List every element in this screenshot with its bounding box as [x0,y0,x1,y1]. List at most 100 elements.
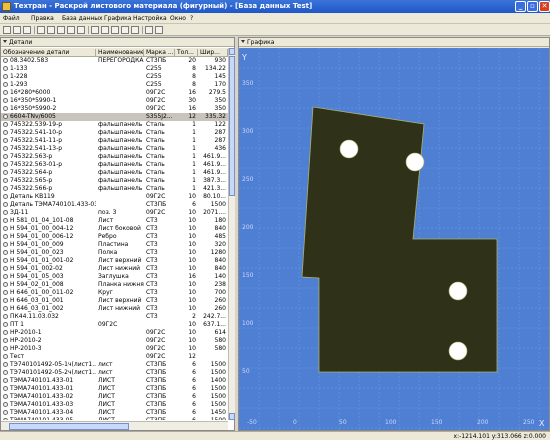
table-row[interactable]: 745322.566-р фальшпанель Сталь 1 421.3... [1,185,228,193]
table-row[interactable]: 745322.541-11-р фальшпанель Сталь 1 287 [1,137,228,145]
table-row[interactable]: Деталь КВ119 09Г2С 10 80.10... [1,193,228,201]
table-row[interactable]: 745322.563-р фальшпанель Сталь 1 461.9... [1,153,228,161]
table-row[interactable]: Н 594_01_00_023 Полка СТ3 10 1280 [1,249,228,257]
table-row[interactable]: 745322.564-р фальшпанель Сталь 1 461.9... [1,169,228,177]
table-row[interactable]: Деталь ТЭМА740101.433-03 СТ3ПБ 6 1500 [1,201,228,209]
table-cell: фальшпанель [98,161,143,168]
table-row[interactable]: 745322.565-р фальшпанель Сталь 1 387.3... [1,177,228,185]
table-row[interactable]: НР-2010-3 09Г2С 10 580 [1,345,228,353]
part-hole[interactable] [448,281,468,301]
table-row[interactable]: 1-293 С255 8 170 [1,81,228,89]
zoom-out-icon[interactable] [101,26,109,34]
graphics-panel-header[interactable]: Графика [239,38,549,47]
table-row[interactable]: Тест 09Г2С 12 [1,353,228,361]
part-hole[interactable] [448,341,468,361]
table-cell: Н 594_01_00_009 [10,241,64,248]
table-row[interactable]: Н 594_01_002-02 Лист нижний СТ3 10 840 [1,265,228,273]
graphics-canvas[interactable]: Y X 350 300 250 200 150 100 50 -50 0 50 100 150 200… [239,48,549,430]
table-row[interactable]: Н 646_01_00_011-02 Круг СТ3 10 700 [1,289,228,297]
menu-graphics[interactable]: Графика [104,15,131,22]
table-row[interactable]: ТЭМА740101.433-01 ЛИСТ СТ3ПБ 6 1400 [1,377,228,385]
import-icon[interactable] [67,26,75,34]
table-row[interactable]: 745322.541-10-р фальшпанель Сталь 1 287 [1,129,228,137]
table-row[interactable]: ТЭ740101492-05-1ч(лист1... лист СТ3ПБ 6 1500 [1,361,228,369]
table-row[interactable]: ТЭМА740101.433-01 ЛИСТ СТ3ПБ 6 1500 [1,385,228,393]
menu-file[interactable]: Файл [3,15,20,22]
paste-icon[interactable] [57,26,65,34]
parts-horizontal-scrollbar[interactable] [1,421,228,430]
table-row[interactable]: Н 594_01_01_001-02 Лист верхний СТ3 10 840 [1,257,228,265]
table-row[interactable]: 745322.539-19-р фальшпанель Сталь 1 122 [1,121,228,129]
zoom-all-icon[interactable] [121,26,129,34]
menu-window[interactable]: Окно [170,15,186,22]
restore-button[interactable]: ▫ [527,1,538,12]
table-row[interactable]: ЗД-11 поз. 3 09Г2С 10 2071.... [1,209,228,217]
x-tick-label: -50 [247,419,257,426]
table-row[interactable]: 745322.563-01-р фальшпанель Сталь 1 461.9... [1,161,228,169]
layout-icon[interactable] [155,26,163,34]
table-cell: 840 [214,225,226,232]
table-row[interactable]: 08.3402.583 ПЕРЕГОРОДКА СТ3ПБ 20 930 [1,57,228,65]
table-row[interactable]: 745322.541-13-р фальшпанель Сталь 1 436 [1,145,228,153]
minimize-button[interactable]: _ [515,1,526,12]
table-row[interactable]: Н 581_01_04_101-08 Лист СТ3 10 180 [1,217,228,225]
part-hole[interactable] [405,152,425,172]
copy-icon[interactable] [47,26,55,34]
table-row[interactable]: 1-228 С255 8 145 [1,73,228,81]
menu-help[interactable]: ? [190,15,193,22]
table-row[interactable]: Н 646_03_01_002 Лист нижний СТ3 10 260 [1,305,228,313]
scroll-up-arrow-icon[interactable] [229,48,235,55]
table-row[interactable]: Н 594_01_05_003 Заглушка СТ3 16 140 [1,273,228,281]
scroll-down-arrow-icon[interactable] [229,413,235,420]
table-row[interactable]: Н 594_01_00_009 Пластина СТ3 10 320 [1,241,228,249]
table-cell: Сталь [146,121,165,128]
table-row[interactable]: ТЭ740101492-05-2ч(лист1... лист СТ3ПБ 6 1500 [1,369,228,377]
zoom-window-icon[interactable] [111,26,119,34]
table-row[interactable]: ТЭМА740101.433-02 ЛИСТ СТ3ПБ 6 1500 [1,393,228,401]
parts-panel-header[interactable]: Детали [1,38,234,47]
table-row[interactable]: ТЭМА740101.433-03 ЛИСТ СТ3ПБ 6 1500 [1,401,228,409]
table-cell: СТ3 [146,281,158,288]
table-row[interactable]: Н 646_03_01_001 Лист верхний СТ3 10 260 [1,297,228,305]
table-cell: 134.22 [205,65,226,72]
col-grade[interactable]: Марка ... [144,49,175,57]
table-row[interactable]: ПТ 1 09Г2С 10 637.1... [1,321,228,329]
table-cell: Лист нижний [98,265,141,272]
grid-icon[interactable] [145,26,153,34]
scroll-thumb[interactable] [229,56,235,196]
hscroll-thumb[interactable] [9,423,129,430]
table-row[interactable]: ТЭМА740101.433-04 ЛИСТ СТ3ПБ 6 1450 [1,409,228,417]
table-row[interactable]: Н 594_02_01_008 Планка нижняя СТ3 10 238 [1,281,228,289]
col-width[interactable]: Шир... [198,49,228,57]
table-row[interactable]: ТЭМА740101.433-05ЛИСТСТ3ПБ6 1500 [1,417,228,420]
menu-database[interactable]: База данных [62,15,103,22]
table-row[interactable]: НР-2010-2 09Г2С 10 580 [1,337,228,345]
col-designation[interactable]: Обозначение детали [1,49,96,57]
col-thickness[interactable]: Тол... [175,49,198,57]
table-cell: 1 [192,137,196,144]
print-icon[interactable] [77,26,85,34]
part-hole[interactable] [339,139,359,159]
table-row[interactable]: 6604-TNv/6005 S355J2... 12 335.32 [1,113,228,121]
save-icon[interactable] [23,26,31,34]
table-row[interactable]: НР-2010-1 09Г2С 10 614 [1,329,228,337]
parts-vertical-scrollbar[interactable] [228,48,235,420]
zoom-fit-icon[interactable] [131,26,139,34]
zoom-in-icon[interactable] [91,26,99,34]
open-icon[interactable] [13,26,21,34]
table-row[interactable]: ПК44.11.03.032 СТ3 2 242.7... [1,313,228,321]
table-row[interactable]: 16*350*5990-1 09Г2С 30 350 [1,97,228,105]
table-row[interactable]: 16*280*6000 09Г2С 16 279.5 [1,89,228,97]
part-contour[interactable] [301,106,498,373]
new-icon[interactable] [3,26,11,34]
table-cell: 10 [188,193,196,200]
table-row[interactable]: Н 594_01_00_006-12 Ребро СТ3 10 485 [1,233,228,241]
menu-edit[interactable]: Правка [31,15,54,22]
close-button[interactable]: ✕ [539,1,550,12]
cut-icon[interactable] [37,26,45,34]
col-name[interactable]: Наименование [96,49,144,57]
table-row[interactable]: Н 594_01_00_004-12 Лист боковой СТ3 10 840 [1,225,228,233]
table-row[interactable]: 16*350*5990-2 09Г2С 16 350 [1,105,228,113]
menu-settings[interactable]: Настройка [133,15,167,22]
table-row[interactable]: 1-133 С255 8 134.22 [1,65,228,73]
